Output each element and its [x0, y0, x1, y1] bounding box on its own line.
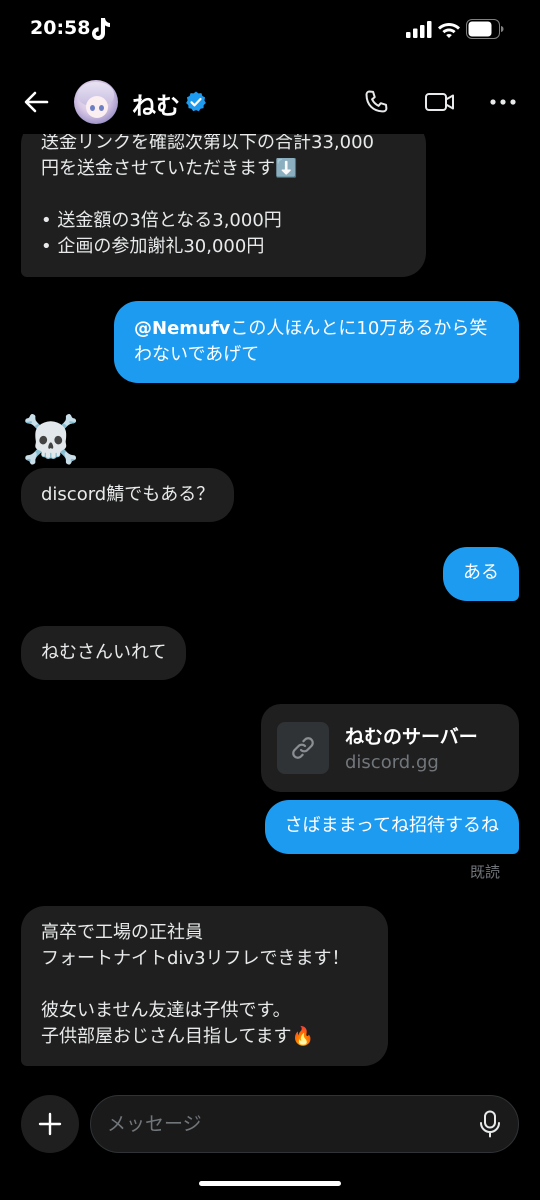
back-arrow-icon[interactable]: [22, 88, 50, 116]
message-composer: [0, 1090, 540, 1160]
message-incoming[interactable]: 高卒で工場の正社員 フォートナイトdiv3リフレできます！ 彼女いません友達は子…: [21, 906, 388, 1066]
video-call-icon[interactable]: [424, 88, 456, 116]
microphone-icon[interactable]: [479, 1110, 501, 1138]
link-icon: [292, 737, 314, 759]
chat-header: ねむ: [0, 70, 540, 134]
link-preview-card[interactable]: ねむのサーバー discord.gg: [261, 704, 519, 792]
link-thumbnail: [277, 722, 329, 774]
battery-icon: [466, 19, 504, 39]
skull-emoji-message[interactable]: ☠️: [22, 412, 79, 466]
message-incoming[interactable]: 送金リンクを確認次第以下の合計33,000 円を送金させていただきます⬇️ • …: [21, 134, 426, 277]
add-attachment-button[interactable]: [21, 1095, 79, 1153]
signal-icon: [406, 21, 432, 38]
avatar[interactable]: [74, 80, 118, 124]
link-title: ねむのサーバー: [345, 726, 478, 748]
message-input-container[interactable]: [90, 1095, 519, 1153]
message-outgoing[interactable]: @Nemufvこの人ほんとに10万あるから笑 わないであげて: [114, 301, 519, 383]
read-receipt: 既読: [469, 863, 500, 881]
message-outgoing[interactable]: さばままってね招待するね: [264, 800, 519, 854]
contact-name[interactable]: ねむ: [132, 86, 180, 121]
plus-icon: [38, 1112, 62, 1136]
more-options-icon[interactable]: [488, 88, 518, 116]
message-list[interactable]: 送金リンクを確認次第以下の合計33,000 円を送金させていただきます⬇️ • …: [0, 134, 540, 1080]
verified-badge-icon: [186, 91, 206, 112]
message-input[interactable]: [107, 1096, 467, 1152]
status-bar: 20:58: [0, 0, 540, 60]
tiktok-icon: [92, 18, 110, 40]
message-incoming[interactable]: discord鯖でもある？: [21, 468, 235, 522]
phone-call-icon[interactable]: [362, 88, 390, 116]
status-time: 20:58: [30, 17, 91, 39]
home-indicator: [199, 1181, 341, 1186]
message-outgoing[interactable]: ある: [443, 547, 519, 601]
wifi-icon: [438, 23, 460, 38]
mention-link[interactable]: @Nemufv: [134, 318, 230, 339]
message-incoming[interactable]: ねむさんいれて: [21, 626, 187, 680]
link-domain: discord.gg: [345, 752, 439, 773]
